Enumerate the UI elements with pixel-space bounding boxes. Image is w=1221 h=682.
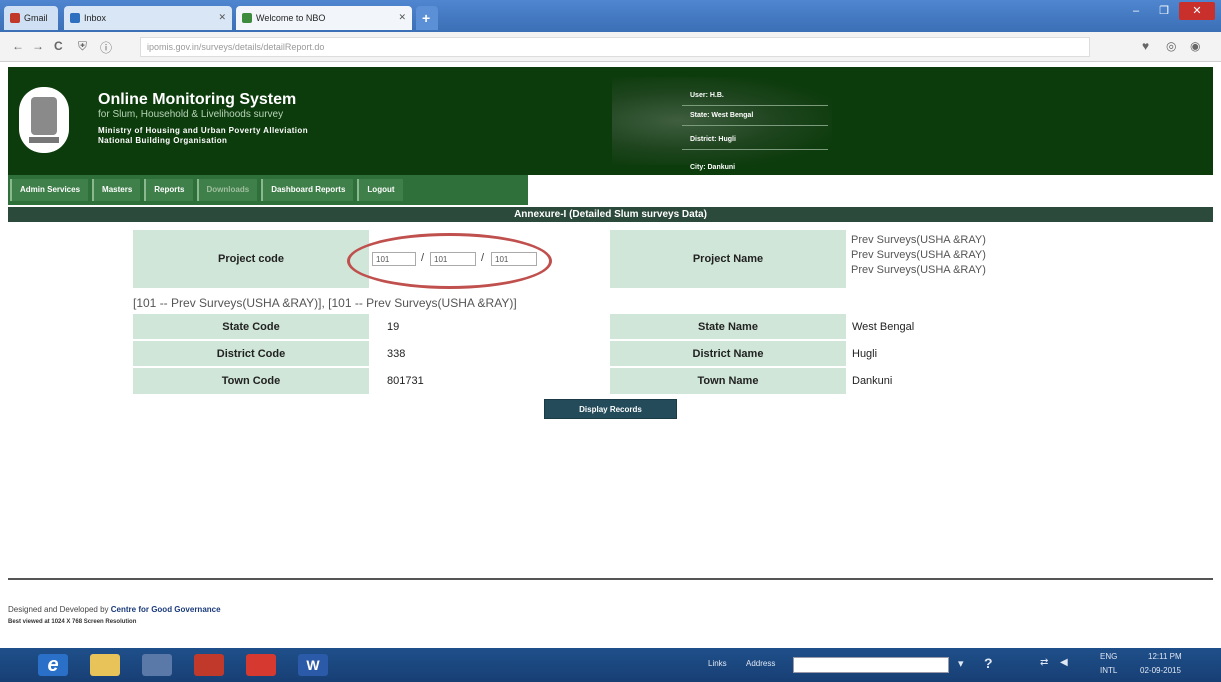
internet-explorer-icon[interactable]: e (38, 654, 68, 676)
close-tab-icon[interactable]: ✕ (398, 12, 406, 23)
section-title: Annexure-I (Detailed Slum surveys Data) (8, 207, 1213, 222)
opera-icon[interactable] (194, 654, 224, 676)
district-code-label: District Code (133, 341, 369, 366)
project-summary: [101 -- Prev Surveys(USHA &RAY)], [101 -… (133, 296, 517, 310)
town-name-value: Dankuni (852, 375, 893, 387)
tab-inbox[interactable]: Inbox ✕ (64, 6, 232, 30)
district-code-value: 338 (387, 347, 406, 360)
url-input[interactable]: ipomis.gov.in/surveys/details/detailRepo… (140, 37, 1090, 57)
help-icon[interactable]: ? (984, 655, 993, 671)
tab-welcome-nbo[interactable]: Welcome to NBO ✕ (236, 6, 412, 30)
footer-credit: Designed and Developed by Centre for Goo… (8, 605, 221, 614)
address-bar: ← → C ⛨ ⓘ ipomis.gov.in/surveys/details/… (0, 32, 1221, 62)
close-window-icon[interactable]: ✕ (1179, 2, 1215, 20)
new-tab-button[interactable]: + (416, 6, 438, 30)
ministry-name: Ministry of Housing and Urban Poverty Al… (98, 126, 308, 135)
header-decoration (612, 77, 832, 165)
project-name-list: Prev Surveys(USHA &RAY) Prev Surveys(USH… (851, 233, 986, 278)
project-code-label: Project code (133, 230, 369, 288)
state-name-label: State Name (610, 314, 846, 339)
main-menu: Admin Services Masters Reports Downloads… (8, 175, 1213, 205)
taskbar: e W Links Address ▾ ? ⇄ ◀ ENG INTL 12:11… (0, 648, 1221, 682)
menu-reports[interactable]: Reports (144, 179, 193, 201)
minimize-icon[interactable]: – (1123, 2, 1149, 20)
organisation-name: National Building Organisation (98, 136, 228, 145)
browser-tab-bar: Gmail Inbox ✕ Welcome to NBO ✕ + – ❐ ✕ (0, 0, 1221, 32)
menu-admin-services[interactable]: Admin Services (10, 179, 89, 201)
menu-downloads[interactable]: Downloads (196, 179, 258, 201)
town-name-label: Town Name (610, 368, 846, 394)
profile-icon[interactable]: ◉ (1190, 39, 1200, 53)
display-records-button[interactable]: Display Records (544, 399, 677, 419)
user-state: State: West Bengal (690, 112, 754, 119)
address-label: Address (746, 659, 776, 668)
project-name-item: Prev Surveys(USHA &RAY) (851, 234, 986, 246)
reload-icon[interactable]: C (54, 39, 63, 53)
word-icon[interactable]: W (298, 654, 328, 676)
forward-icon[interactable]: → (32, 39, 44, 53)
taskbar-address-input[interactable] (793, 657, 949, 673)
project-name-item: Prev Surveys(USHA &RAY) (851, 249, 986, 261)
user-name: User: H.B. (690, 92, 724, 99)
developer-link[interactable]: Centre for Good Governance (111, 605, 221, 614)
menu-masters[interactable]: Masters (92, 179, 141, 201)
network-icon[interactable]: ⇄ (1040, 657, 1048, 668)
maximize-icon[interactable]: ❐ (1151, 2, 1177, 20)
clock-date: 02-09-2015 (1140, 666, 1181, 675)
dropdown-icon[interactable]: ▾ (958, 657, 964, 670)
town-code-label: Town Code (133, 368, 369, 394)
project-name-item: Prev Surveys(USHA &RAY) (851, 264, 986, 276)
shield-icon[interactable]: ⛨ (78, 39, 87, 54)
state-code-value: 19 (387, 320, 400, 333)
project-name-label: Project Name (610, 230, 846, 288)
pdf-reader-icon[interactable] (246, 654, 276, 676)
links-label[interactable]: Links (708, 659, 727, 668)
user-district: District: Hugli (690, 136, 736, 143)
clock-time[interactable]: 12:11 PM (1148, 652, 1182, 661)
site-favicon-icon (242, 13, 252, 23)
town-code-value: 801731 (387, 375, 424, 387)
gmail-icon (10, 13, 20, 23)
tab-gmail[interactable]: Gmail (4, 6, 58, 30)
user-city: City: Dankuni (690, 164, 736, 171)
favorite-icon[interactable]: ♥ (1142, 39, 1149, 53)
national-emblem-logo (19, 87, 69, 153)
window-controls: – ❐ ✕ (1123, 2, 1215, 20)
volume-icon[interactable]: ◀ (1060, 657, 1068, 668)
file-explorer-icon[interactable] (90, 654, 120, 676)
site-title: Online Monitoring System (98, 91, 297, 108)
state-name-value: West Bengal (852, 320, 915, 333)
site-header: Online Monitoring System for Slum, House… (8, 67, 1213, 175)
extension-icon[interactable]: ◎ (1166, 39, 1176, 53)
input-region: INTL (1100, 666, 1118, 675)
mail-icon (70, 13, 80, 23)
resolution-note: Best viewed at 1024 X 768 Screen Resolut… (8, 619, 137, 625)
menu-logout[interactable]: Logout (357, 179, 403, 201)
state-code-label: State Code (133, 314, 369, 339)
close-tab-icon[interactable]: ✕ (218, 12, 226, 23)
footer-divider (8, 578, 1213, 580)
district-name-value: Hugli (852, 347, 878, 360)
info-icon[interactable]: ⓘ (100, 39, 112, 56)
district-name-label: District Name (610, 341, 846, 366)
highlight-annotation (347, 233, 552, 289)
menu-dashboard-reports[interactable]: Dashboard Reports (261, 179, 354, 201)
site-subtitle: for Slum, Household & Livelihoods survey (98, 109, 284, 120)
media-player-icon[interactable] (142, 654, 172, 676)
input-language[interactable]: ENG (1100, 652, 1117, 661)
back-icon[interactable]: ← (12, 39, 24, 53)
